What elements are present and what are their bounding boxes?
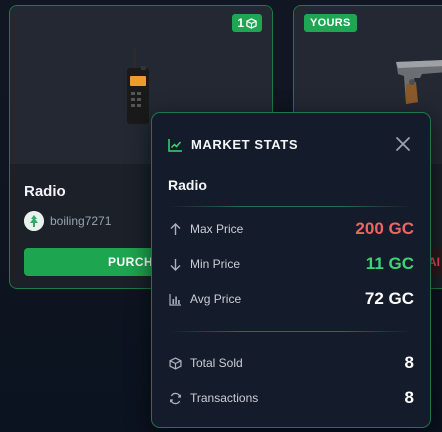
close-button[interactable]: [394, 135, 412, 153]
arrow-down-icon: [168, 257, 182, 271]
popup-header: MARKET STATS: [168, 137, 298, 152]
stat-value: 72 GC: [364, 289, 414, 308]
stat-row-avg-price: Avg Price 72 GC: [168, 289, 414, 309]
stat-value: 8: [404, 353, 414, 372]
popup-title: MARKET STATS: [191, 137, 299, 152]
yours-badge: YOURS: [304, 14, 357, 32]
stat-row-min-price: Min Price 11 GC: [168, 254, 414, 274]
popup-item-name: Radio: [168, 177, 207, 193]
stat-value: 8: [404, 388, 414, 407]
refresh-icon: [168, 391, 182, 405]
stat-value: 200 GC: [355, 219, 414, 238]
quantity-badge: 1: [232, 14, 262, 32]
cube-icon: [168, 356, 182, 370]
stat-value: 11 GC: [365, 254, 414, 273]
stat-row-total-sold: Total Sold 8: [168, 353, 414, 373]
radio-image: [127, 48, 149, 124]
avatar: [24, 211, 44, 231]
divider: [168, 331, 414, 332]
stat-label: Max Price: [190, 222, 244, 236]
owner-name: boiling7271: [50, 214, 112, 228]
owner-info[interactable]: boiling7271: [24, 211, 111, 231]
market-stats-popup: MARKET STATS Radio Max Price 200 GC Min …: [151, 112, 431, 428]
stat-row-max-price: Max Price 200 GC: [168, 219, 414, 239]
close-icon: [396, 137, 410, 151]
stat-label: Avg Price: [190, 292, 242, 306]
stat-label: Transactions: [190, 391, 259, 405]
cube-icon: [246, 17, 257, 29]
stat-label: Min Price: [190, 257, 241, 271]
stat-label: Total Sold: [190, 356, 243, 370]
trend-chart-icon: [168, 138, 182, 152]
arrow-up-icon: [168, 222, 182, 236]
stat-row-transactions: Transactions 8: [168, 388, 414, 408]
divider: [168, 206, 414, 207]
quantity-value: 1: [237, 16, 244, 30]
bar-chart-icon: [168, 292, 182, 306]
pistol-image: [396, 60, 442, 104]
item-name: Radio: [24, 183, 66, 200]
